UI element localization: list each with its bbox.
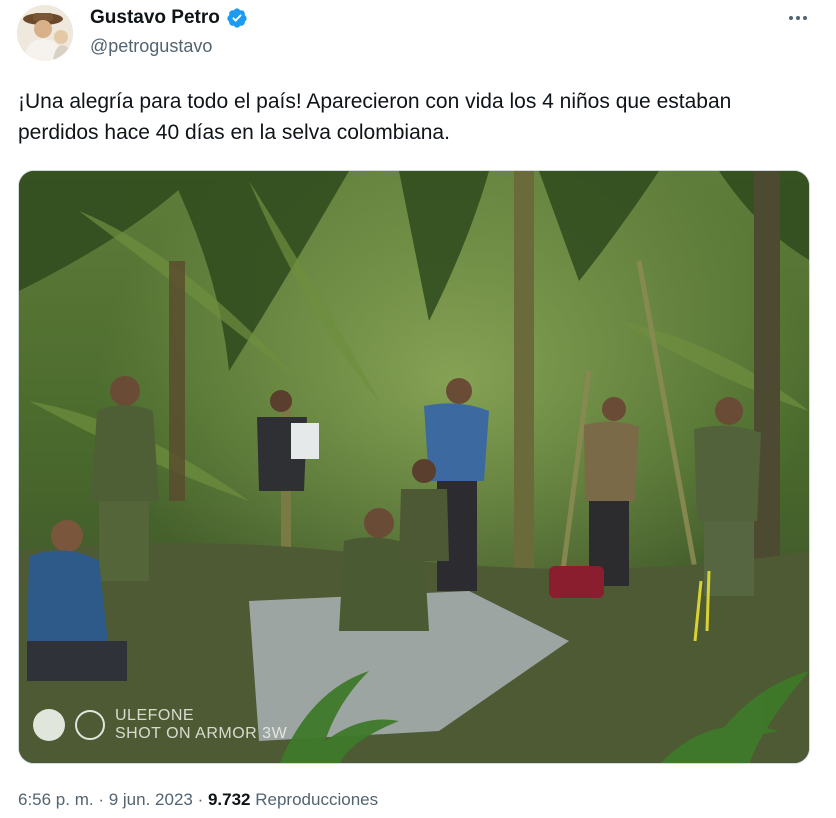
more-options-icon[interactable] <box>782 6 814 30</box>
views-label: Reproducciones <box>255 790 379 809</box>
tweet-text: ¡Una alegría para todo el país! Aparecie… <box>18 90 732 144</box>
author-handle[interactable]: @petrogustavo <box>90 36 212 57</box>
watermark-ring-icon <box>75 710 105 740</box>
meta-separator-2: · <box>192 790 208 809</box>
tweet-date[interactable]: 9 jun. 2023 <box>109 790 193 809</box>
verified-badge-icon <box>226 7 248 29</box>
tweet-time[interactable]: 6:56 p. m. <box>18 790 94 809</box>
author-display-name[interactable]: Gustavo Petro <box>90 7 220 29</box>
tweet-header: Gustavo Petro @petrogustavo <box>0 0 836 70</box>
camera-watermark: ULEFONE SHOT ON ARMOR 3W <box>33 707 287 743</box>
tweet-photo[interactable]: ULEFONE SHOT ON ARMOR 3W <box>18 170 810 764</box>
meta-separator: · <box>93 790 109 809</box>
avatar[interactable] <box>17 5 73 61</box>
views-count: 9.732 <box>207 790 251 809</box>
watermark-brand: ULEFONE <box>115 707 195 724</box>
watermark-model: SHOT ON ARMOR 3W <box>115 725 288 742</box>
tweet-meta: 6:56 p. m. · 9 jun. 2023 · 9.732 Reprodu… <box>18 790 378 810</box>
jungle-photo <box>19 171 809 763</box>
watermark-dot-icon <box>33 709 65 741</box>
